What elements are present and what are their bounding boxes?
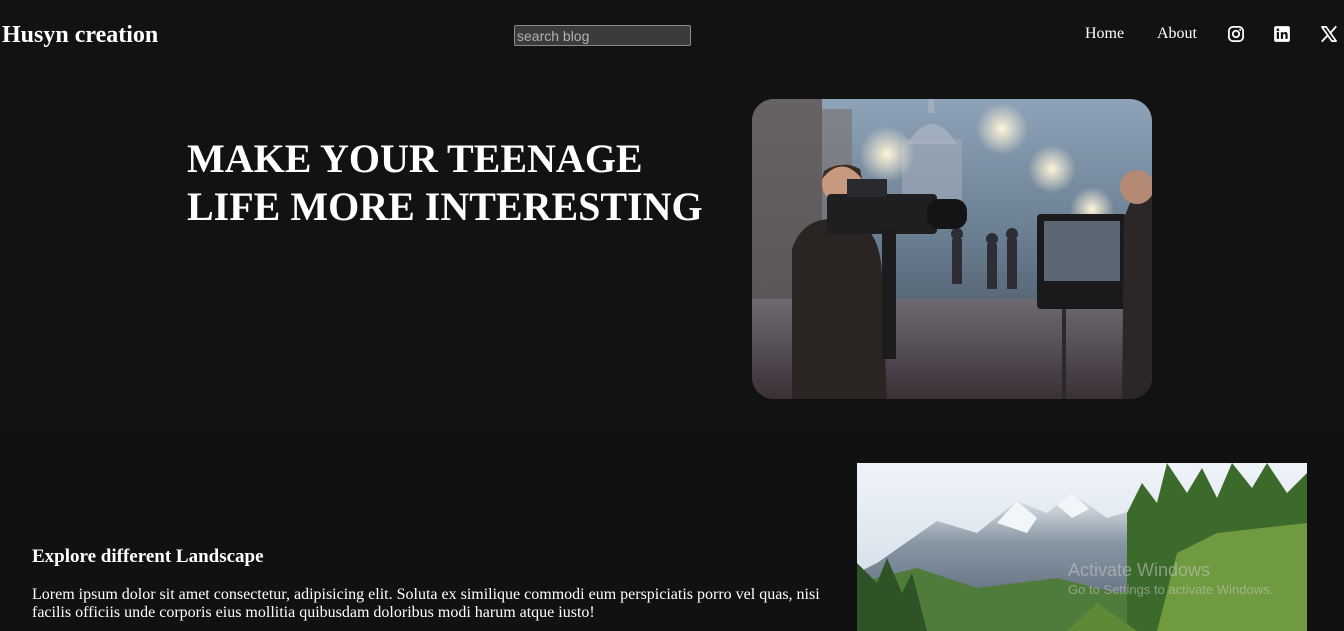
nav-home-link[interactable]: Home [1085, 24, 1124, 44]
page: Husyn creation Home About [0, 0, 1344, 631]
hero-title: MAKE YOUR TEENAGE LIFE MORE INTERESTING [187, 135, 747, 231]
x-icon[interactable] [1320, 25, 1338, 43]
nav-about-link[interactable]: About [1157, 24, 1197, 44]
landscape-image [857, 463, 1307, 631]
hero-title-line-2: LIFE MORE INTERESTING [187, 184, 703, 229]
navbar: Husyn creation Home About [0, 0, 1344, 70]
film-crew-image [752, 99, 1152, 399]
section-heading: Explore different Landscape [32, 546, 264, 567]
instagram-icon[interactable] [1227, 25, 1245, 43]
section-body: Lorem ipsum dolor sit amet consectetur, … [32, 586, 820, 621]
hero-title-line-1: MAKE YOUR TEENAGE [187, 136, 643, 181]
brand-title[interactable]: Husyn creation [2, 20, 158, 50]
linkedin-icon[interactable] [1273, 25, 1291, 43]
search-input[interactable] [514, 25, 691, 46]
